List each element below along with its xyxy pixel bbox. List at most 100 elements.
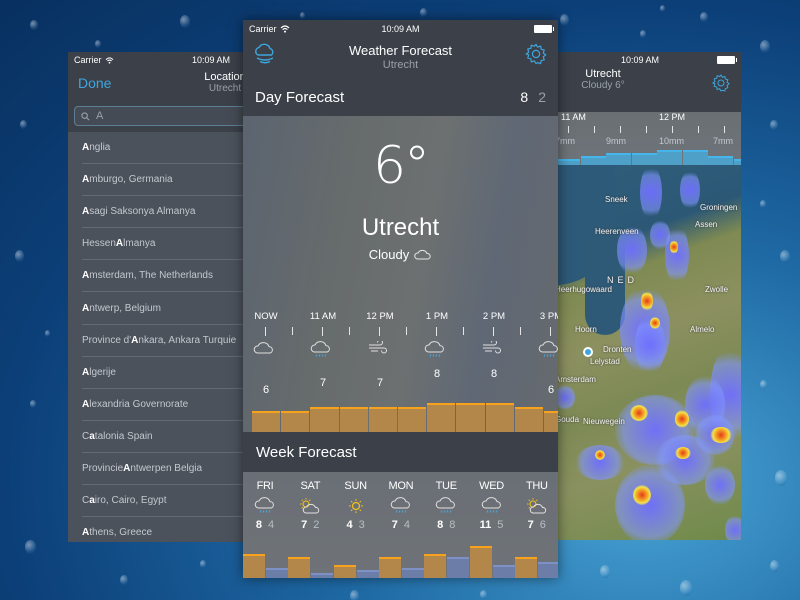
current-location-pin[interactable] (583, 347, 593, 357)
location-result-item[interactable]: Amburgo, Germania (82, 164, 258, 197)
hour-label: 2 PM (482, 311, 506, 322)
day-high-bar (288, 557, 311, 578)
result-text-after: lgerije (89, 366, 116, 378)
location-result-item[interactable]: Antwerp, Belgium (82, 292, 258, 325)
location-result-item[interactable]: Asagi Saksonya Almanya (82, 196, 258, 229)
radar-title: Utrecht (585, 68, 621, 80)
cloud-rain-icon (538, 341, 558, 364)
partly-sunny-icon (298, 497, 322, 515)
location-result-item[interactable]: Ca iro, Cairo, Egypt (82, 485, 258, 518)
done-button[interactable]: Done (78, 75, 111, 91)
location-result-item[interactable]: Hessen Almanya (82, 228, 258, 261)
precip-bar (682, 150, 708, 165)
radar-map[interactable]: NED Heerhugowaard Hoorn Lelystad Dronten Gron… (555, 165, 741, 540)
raindrop (760, 200, 766, 208)
precip-tick (620, 126, 621, 133)
result-text-after: nglia (89, 142, 111, 154)
map-place-label: Gouda (555, 415, 580, 424)
low-temp-value[interactable]: 2 (538, 89, 546, 105)
settings-gear-icon[interactable] (711, 73, 731, 98)
hourly-item[interactable]: 2 PM (469, 311, 519, 401)
hour-tick (379, 327, 380, 336)
cloud-rain-icon (253, 497, 277, 515)
raindrop (95, 40, 101, 48)
day-forecast-item[interactable]: FRI 84 (245, 480, 285, 531)
week-forecast-title: Week Forecast (256, 443, 357, 461)
result-text-after: nkara, Ankara Turquie (138, 334, 237, 346)
result-text-after: talonia Spain (94, 430, 153, 442)
day-forecast-item[interactable]: WED 11 5 (472, 480, 512, 531)
hourly-item[interactable]: 1 PM (412, 311, 462, 401)
location-results-list: Anglia Amburgo, Germania Asagi Saksonya Al… (68, 132, 258, 542)
wind-icon (367, 339, 389, 360)
day-forecast-item[interactable]: TUE 88 (426, 480, 466, 531)
radar-rain-cell (665, 225, 689, 285)
settings-gear-icon[interactable] (524, 42, 548, 71)
hourly-temp-bar (514, 407, 543, 432)
precip-tick (672, 126, 673, 133)
raindrop (600, 565, 610, 578)
raindrop (760, 380, 767, 390)
raindrop (680, 580, 692, 596)
result-text-before: Province d' (82, 334, 132, 346)
map-place-label: Sneek (605, 195, 628, 204)
location-result-item[interactable]: Alexandria Governorate (82, 389, 258, 421)
result-match-highlight: A (82, 527, 90, 539)
location-result-item[interactable]: Athens, Greece (82, 517, 258, 542)
location-result-item[interactable]: Amsterdam, The Netherlands (82, 260, 258, 293)
hour-temp: 6 (547, 384, 555, 396)
radar-rain-cell (555, 385, 575, 410)
day-forecast-title: Day Forecast (255, 88, 345, 106)
day-high-bar (333, 565, 356, 578)
hour-label: 11 AM (309, 311, 337, 322)
location-result-item[interactable]: Algerije (82, 357, 258, 389)
hour-label: 12 PM (366, 311, 394, 322)
result-match-highlight: A (115, 238, 124, 250)
day-low-bar (266, 567, 288, 578)
precip-tick (698, 126, 699, 133)
hour-tick (265, 327, 266, 336)
location-result-item[interactable]: Anglia (82, 132, 258, 165)
result-match-highlight: A (82, 398, 90, 410)
day-name: TUE (435, 480, 457, 492)
day-forecast-item[interactable]: SAT 72 (290, 480, 330, 531)
result-text-after: iro, Cairo, Egypt (94, 495, 167, 507)
battery-icon (717, 56, 737, 64)
raindrop (660, 5, 665, 12)
hourly-temp-bar (427, 403, 456, 432)
radar-subtitle: Cloudy 6° (581, 80, 625, 91)
raindrop (180, 15, 190, 28)
precip-bar (606, 153, 631, 165)
result-text-before: C (82, 495, 90, 507)
location-result-item[interactable]: Province d' Ankara, Ankara Turquie (82, 325, 258, 357)
status-bar: 10:09 AM (541, 52, 741, 68)
search-field[interactable] (74, 106, 252, 126)
high-temp-value[interactable]: 8 (520, 89, 528, 105)
location-result-item[interactable]: Ca talonia Spain (82, 421, 258, 453)
result-text-after: thens, Greece (89, 527, 153, 539)
raindrop (30, 400, 36, 408)
current-conditions: 6° Utrecht Cloudy NOW 6 11 AM 7 12 PM 7 1 PM 8 2… (243, 116, 558, 432)
precip-bar (657, 150, 682, 165)
day-forecast-item[interactable]: SUN 43 (336, 480, 376, 531)
day-low: 4 (268, 519, 275, 531)
day-high: 8 (437, 519, 444, 531)
precipitation-timeline[interactable]: 11 AM 12 PM 7mm 9mm 10mm 7mm (541, 112, 741, 165)
day-forecast-item[interactable]: MON 74 (381, 480, 421, 531)
result-text-after: ntwerp, Belgium (89, 302, 161, 314)
day-low: 3 (358, 519, 365, 531)
map-place-label: Hoorn (575, 325, 597, 334)
day-forecast-item[interactable]: THU 76 (517, 480, 557, 531)
precip-tick (568, 126, 569, 133)
result-text-before: Provincie (82, 462, 124, 474)
precip-amount-label: 9mm (606, 136, 626, 146)
half-hour-tick (519, 327, 521, 335)
precip-tick (724, 126, 725, 133)
day-low-bar (401, 567, 424, 578)
search-input[interactable] (96, 110, 216, 122)
day-name: SUN (344, 480, 367, 492)
location-result-item[interactable]: Provincie Antwerpen Belgia (82, 453, 258, 486)
precip-tick (646, 126, 647, 133)
hour-tick (550, 327, 551, 336)
day-forecast-header: Day Forecast 8 2 (243, 78, 558, 116)
